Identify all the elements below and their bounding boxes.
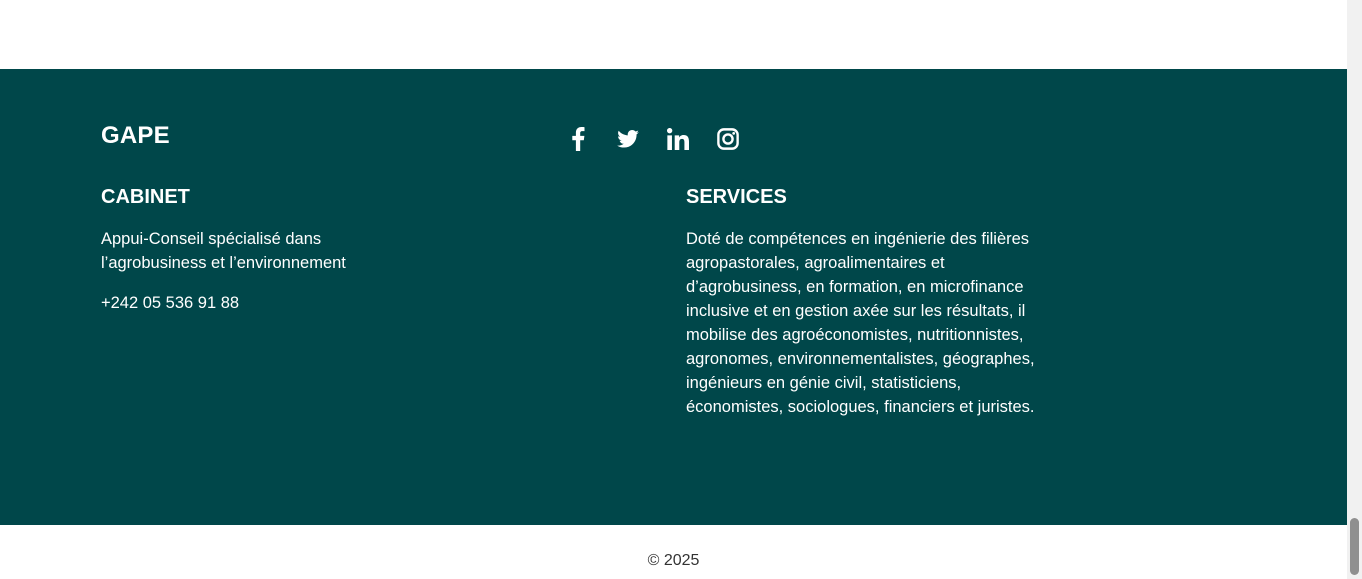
instagram-icon [717,128,739,150]
twitter-icon [617,130,639,148]
instagram-link[interactable] [712,123,744,155]
linkedin-icon [667,128,689,150]
twitter-link[interactable] [612,123,644,155]
cabinet-description: Appui-Conseil spécialisé dans l’agrobusi… [101,230,346,272]
top-blank-area [0,0,1347,69]
scrollbar-thumb[interactable] [1350,518,1359,575]
facebook-icon [572,127,585,151]
copyright-bar: © 2025 [0,525,1347,579]
linkedin-link[interactable] [662,123,694,155]
page: GAPE CABINET Appui-Conseil spécialisé da… [0,0,1362,579]
cabinet-phone: +242 05 536 91 88 [101,294,240,312]
services-description: Doté de compétences en ingénierie des fi… [686,230,1035,416]
page-scrollbar[interactable] [1347,0,1362,579]
site-footer: GAPE CABINET Appui-Conseil spécialisé da… [0,69,1347,525]
facebook-link[interactable] [562,123,594,155]
services-column: SERVICES Doté de compétences en ingénier… [686,185,1056,435]
footer-brand: GAPE [101,122,170,149]
cabinet-heading: CABINET [101,186,190,208]
services-heading: SERVICES [686,186,787,208]
social-links [562,123,744,155]
cabinet-column: CABINET Appui-Conseil spécialisé dans l’… [101,185,371,331]
copyright-text: © 2025 [647,552,700,569]
